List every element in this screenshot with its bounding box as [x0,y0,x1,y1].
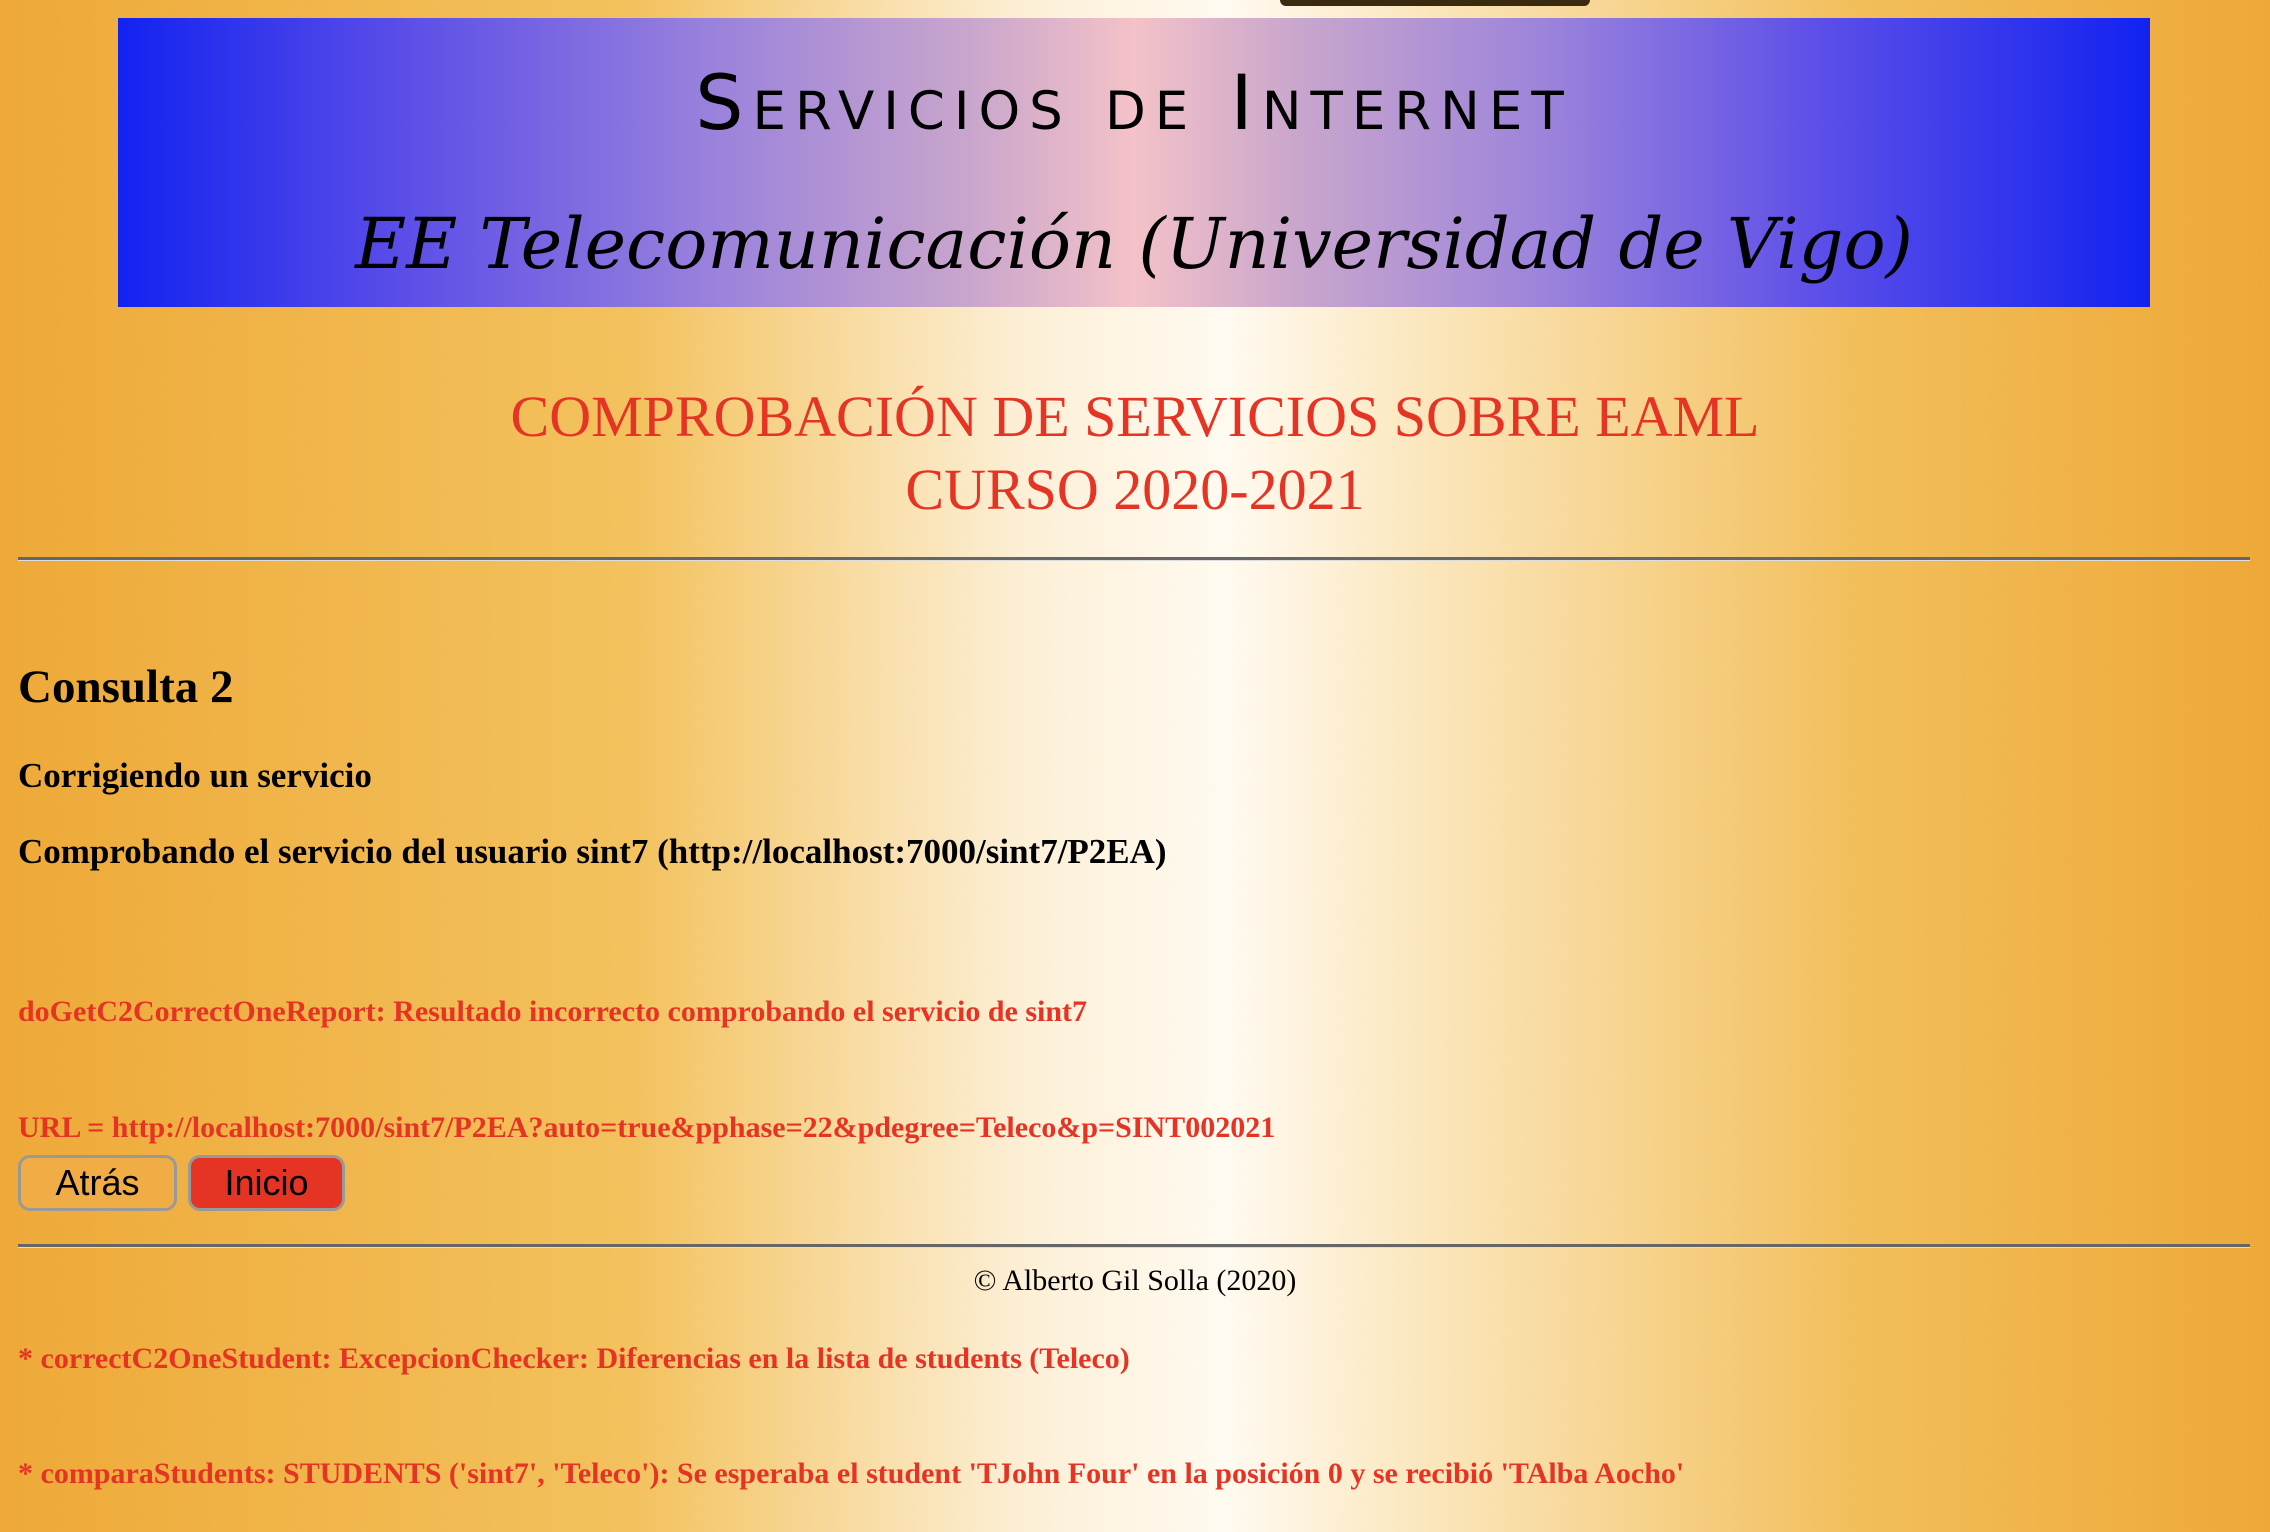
footer-copyright: © Alberto Gil Solla (2020) [973,1264,1297,1297]
report-line: doGetC2CorrectOneReport: Resultado incor… [18,995,1087,1028]
report-line: URL = http://localhost:7000/sint7/P2EA?a… [18,1110,1276,1144]
page-heading-line1: COMPROBACIÓN DE SERVICIOS SOBRE EAML [510,384,1760,449]
site-title: Servicios de Internet [695,58,1573,147]
checking-service-text: Comprobando el servicio del usuario sint… [18,832,1167,871]
bottom-divider [18,1244,2250,1248]
header-banner: Servicios de Internet EE Telecomunicació… [118,18,2150,307]
page-heading-line2: CURSO 2020-2021 [905,457,1365,522]
report-line: * comparaStudents: STUDENTS ('sint7', 'T… [18,1457,1685,1490]
section-subtitle: Corrigiendo un servicio [18,756,372,795]
error-report: doGetC2CorrectOneReport: Resultado incor… [18,916,1684,1532]
back-button[interactable]: Atrás [18,1155,177,1211]
home-button[interactable]: Inicio [188,1155,345,1211]
top-divider [18,557,2250,561]
query-title: Consulta 2 [18,661,234,713]
page-heading: COMPROBACIÓN DE SERVICIOS SOBRE EAML CUR… [0,380,2270,526]
top-decoration [1280,0,1590,6]
report-line: * correctC2OneStudent: ExcepcionChecker:… [18,1341,1130,1375]
site-subtitle: EE Telecomunicación (Universidad de Vigo… [355,203,1913,285]
